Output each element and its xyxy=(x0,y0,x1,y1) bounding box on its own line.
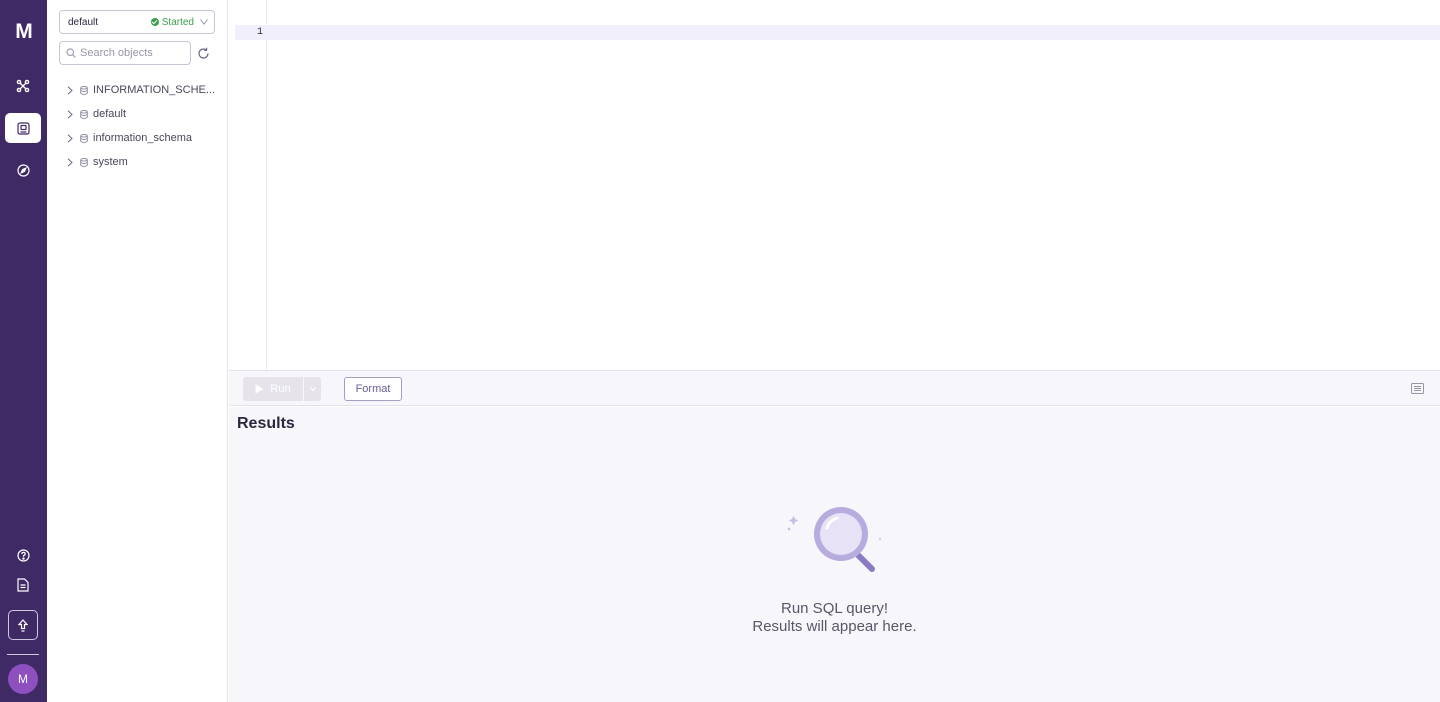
run-label: Run xyxy=(270,383,291,395)
database-icon xyxy=(80,133,88,143)
sql-editor-icon[interactable] xyxy=(5,113,41,143)
run-button[interactable]: Run xyxy=(243,377,303,401)
database-icon xyxy=(80,85,88,95)
line-number: 1 xyxy=(257,27,264,38)
tree-item[interactable]: INFORMATION_SCHE... xyxy=(67,78,227,102)
help-icon[interactable] xyxy=(5,540,41,570)
tree-item-label: information_schema xyxy=(93,132,193,144)
chevron-right-icon xyxy=(67,157,73,167)
status-badge: Started xyxy=(150,16,194,28)
app-logo[interactable]: M xyxy=(0,20,47,44)
upgrade-icon[interactable] xyxy=(8,610,38,640)
left-rail: M M xyxy=(0,0,47,702)
search-input[interactable] xyxy=(80,47,180,59)
tree-item[interactable]: system xyxy=(67,150,227,174)
docs-icon[interactable] xyxy=(5,570,41,600)
rail-divider xyxy=(7,654,39,655)
connect-icon[interactable] xyxy=(5,71,41,101)
tree-item-label: system xyxy=(93,156,128,168)
check-circle-icon xyxy=(150,18,159,26)
tree-item[interactable]: information_schema xyxy=(67,126,227,150)
schema-tree: INFORMATION_SCHE... default information_… xyxy=(67,78,227,174)
compass-icon[interactable] xyxy=(5,155,41,185)
tree-item[interactable]: default xyxy=(67,102,227,126)
chevron-right-icon xyxy=(67,133,73,143)
sql-editor[interactable]: 1 xyxy=(229,0,1440,370)
editor-gutter xyxy=(229,0,267,370)
database-select[interactable]: default Started xyxy=(59,10,215,34)
search-box xyxy=(59,41,191,65)
chevron-right-icon xyxy=(67,109,73,119)
avatar[interactable]: M xyxy=(8,664,38,694)
results-panel: Results Run SQL query! Results will appe… xyxy=(229,407,1440,702)
active-line xyxy=(235,25,1440,40)
tree-item-label: INFORMATION_SCHE... xyxy=(93,84,216,96)
format-button[interactable]: Format xyxy=(344,377,402,401)
editor-toolbar: Run Format xyxy=(229,370,1440,406)
play-icon xyxy=(255,384,264,394)
status-text: Started xyxy=(161,16,194,28)
magnifier-illustration-icon xyxy=(787,507,881,572)
chevron-right-icon xyxy=(67,85,73,95)
refresh-icon[interactable] xyxy=(195,45,211,61)
chevron-down-icon xyxy=(200,19,208,25)
run-options-button[interactable] xyxy=(304,377,321,401)
database-icon xyxy=(80,109,88,119)
database-name: default xyxy=(68,16,99,28)
empty-state-message: Run SQL query! Results will appear here. xyxy=(229,600,1440,636)
search-icon xyxy=(66,48,76,58)
chevron-down-icon xyxy=(309,387,316,391)
object-explorer: default Started INFORMATION_SCHE... defa… xyxy=(47,0,228,702)
results-title: Results xyxy=(237,415,295,432)
empty-state-line-2: Results will appear here. xyxy=(752,618,917,635)
empty-state-line-1: Run SQL query! xyxy=(781,600,888,617)
database-icon xyxy=(80,157,88,167)
panel-toggle-icon[interactable] xyxy=(1411,382,1424,395)
tree-item-label: default xyxy=(93,108,127,120)
